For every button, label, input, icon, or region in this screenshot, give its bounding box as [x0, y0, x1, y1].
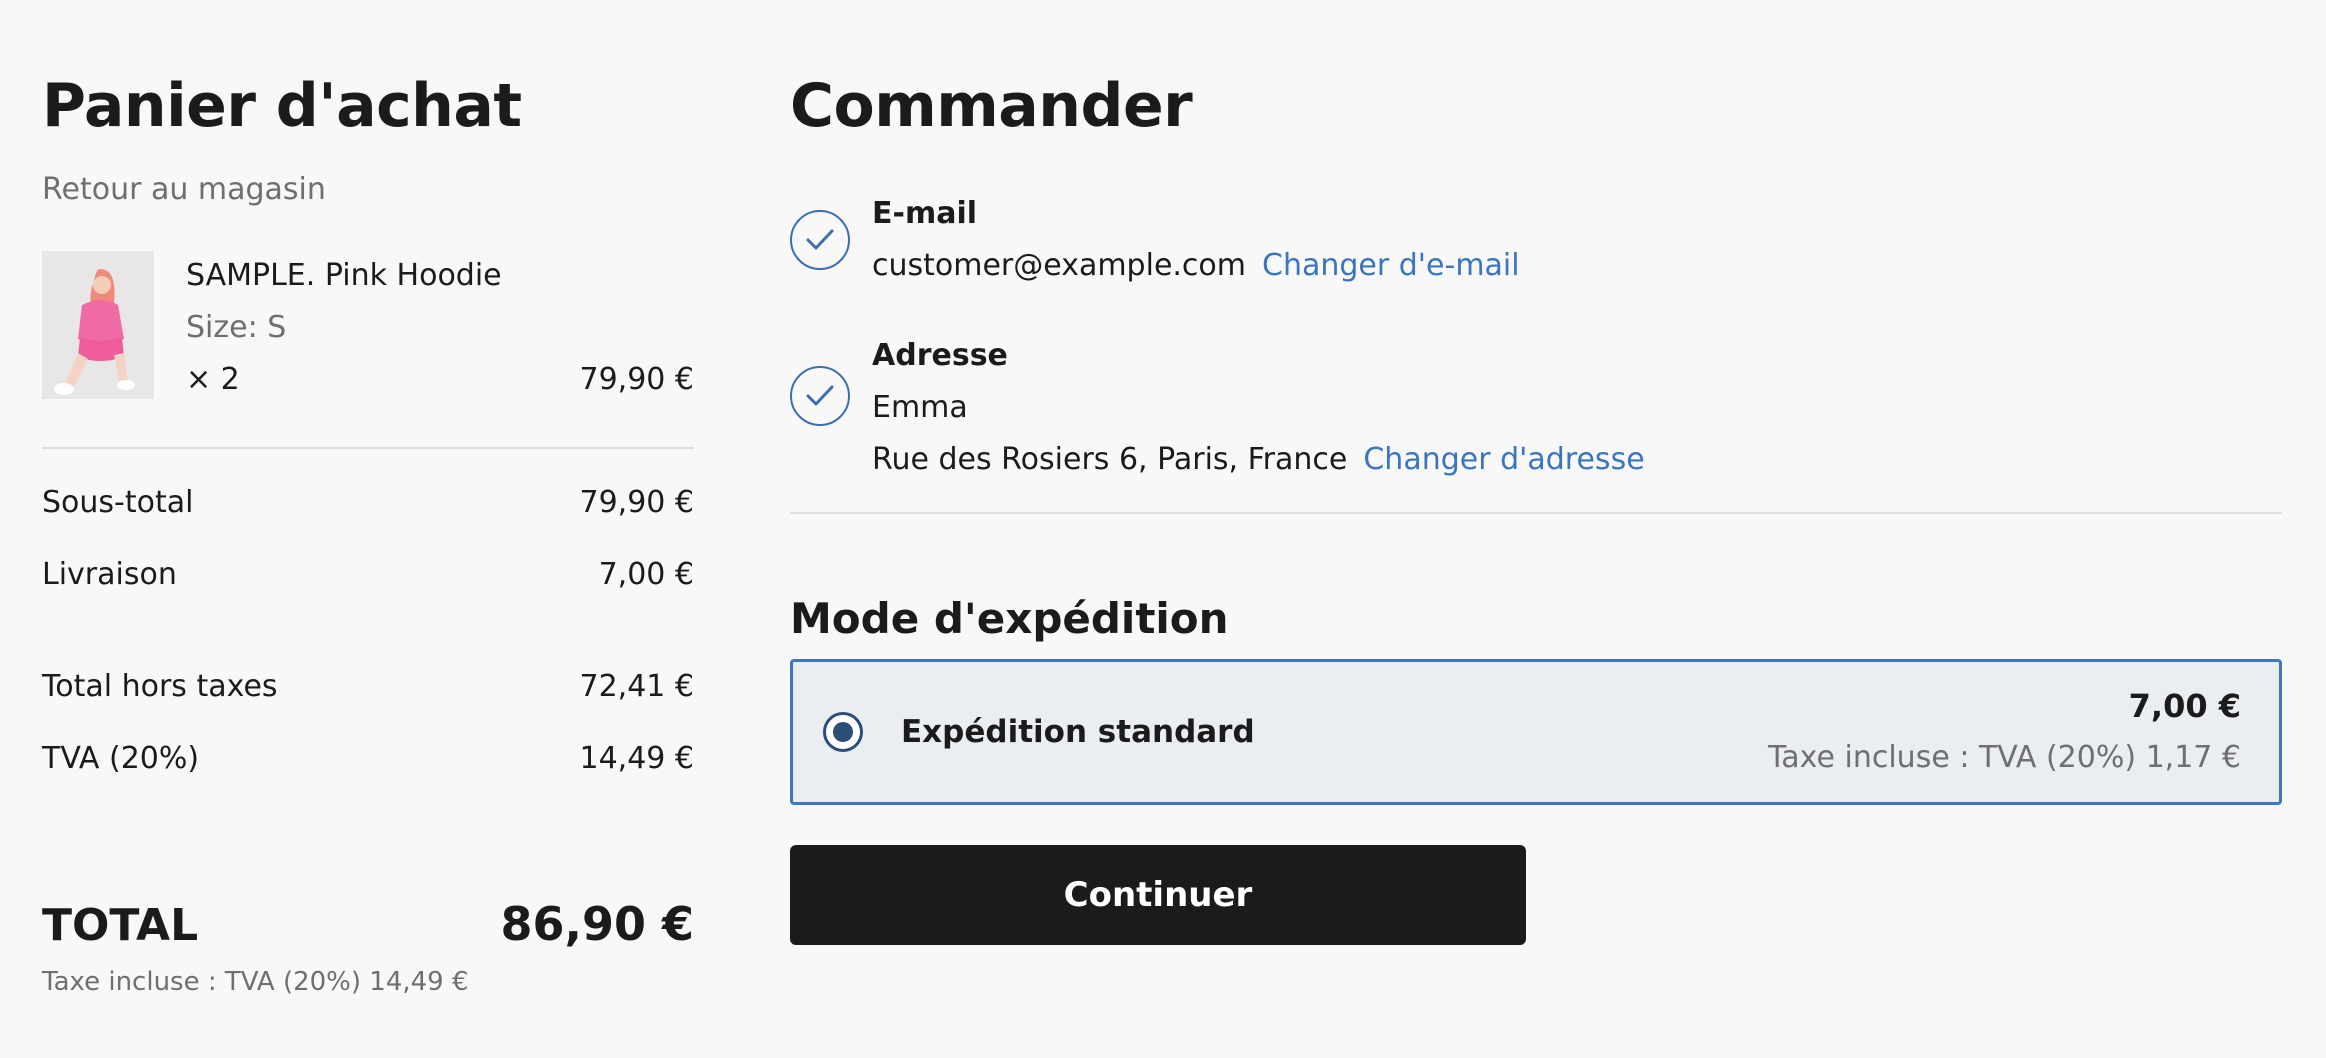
- shipping-option-price: 7,00 €: [2128, 687, 2241, 725]
- shipping-option-standard[interactable]: Expédition standard 7,00 € Taxe incluse …: [790, 659, 2282, 805]
- product-quantity: × 2: [186, 362, 240, 397]
- product-size: Size: S: [186, 310, 287, 345]
- address-label: Adresse: [872, 338, 1008, 373]
- cart-title: Panier d'achat: [42, 71, 522, 141]
- shipping-label: Livraison: [42, 557, 177, 592]
- cart-item: SAMPLE. Pink Hoodie Size: S × 2 79,90 €: [42, 251, 694, 399]
- shipping-method-title: Mode d'expédition: [790, 594, 1229, 643]
- check-icon: [790, 366, 850, 426]
- shipping-option-name: Expédition standard: [901, 714, 1255, 750]
- address-step: Adresse Emma Rue des Rosiers 6, Paris, F…: [790, 330, 2282, 486]
- product-thumbnail[interactable]: [42, 251, 154, 399]
- product-price: 79,90 €: [579, 362, 694, 397]
- continue-button[interactable]: Continuer: [790, 845, 1526, 945]
- subtotal-row: Sous-total 79,90 €: [42, 483, 694, 523]
- email-label: E-mail: [872, 196, 978, 231]
- pretax-value: 72,41 €: [579, 669, 694, 704]
- address-name: Emma: [872, 390, 968, 425]
- divider: [790, 512, 2282, 514]
- check-icon: [790, 210, 850, 270]
- radio-selected-icon[interactable]: [823, 712, 863, 752]
- email-value: customer@example.com: [872, 248, 1247, 283]
- shipping-value: 7,00 €: [598, 557, 694, 592]
- subtotal-label: Sous-total: [42, 485, 194, 520]
- total-label: TOTAL: [42, 900, 199, 951]
- total-value: 86,90 €: [500, 897, 694, 951]
- address-line: Rue des Rosiers 6, Paris, France: [872, 442, 1348, 477]
- cart-panel: Panier d'achat Retour au magasin SAMPLE.…: [42, 70, 694, 997]
- shipping-option-tax: Taxe incluse : TVA (20%) 1,17 €: [1767, 740, 2241, 775]
- checkout-title: Commander: [790, 71, 1193, 141]
- divider: [42, 447, 694, 449]
- email-step: E-mail customer@example.com Changer d'e-m…: [790, 188, 2282, 292]
- subtotal-value: 79,90 €: [579, 485, 694, 520]
- vat-row: TVA (20%) 14,49 €: [42, 739, 694, 779]
- total-tax-note: Taxe incluse : TVA (20%) 14,49 €: [42, 967, 469, 997]
- checkout-panel: Commander E-mail customer@example.com Cha…: [790, 70, 2282, 945]
- product-name[interactable]: SAMPLE. Pink Hoodie: [186, 257, 694, 295]
- hoodie-image: [42, 251, 154, 399]
- vat-label: TVA (20%): [42, 741, 200, 776]
- vat-value: 14,49 €: [579, 741, 694, 776]
- pretax-row: Total hors taxes 72,41 €: [42, 667, 694, 707]
- change-address-link[interactable]: Changer d'adresse: [1363, 442, 1644, 477]
- back-to-store-link[interactable]: Retour au magasin: [42, 172, 694, 207]
- pretax-label: Total hors taxes: [42, 669, 278, 704]
- total-row: TOTAL 86,90 €: [42, 897, 694, 951]
- change-email-link[interactable]: Changer d'e-mail: [1262, 248, 1520, 283]
- shipping-row: Livraison 7,00 €: [42, 555, 694, 595]
